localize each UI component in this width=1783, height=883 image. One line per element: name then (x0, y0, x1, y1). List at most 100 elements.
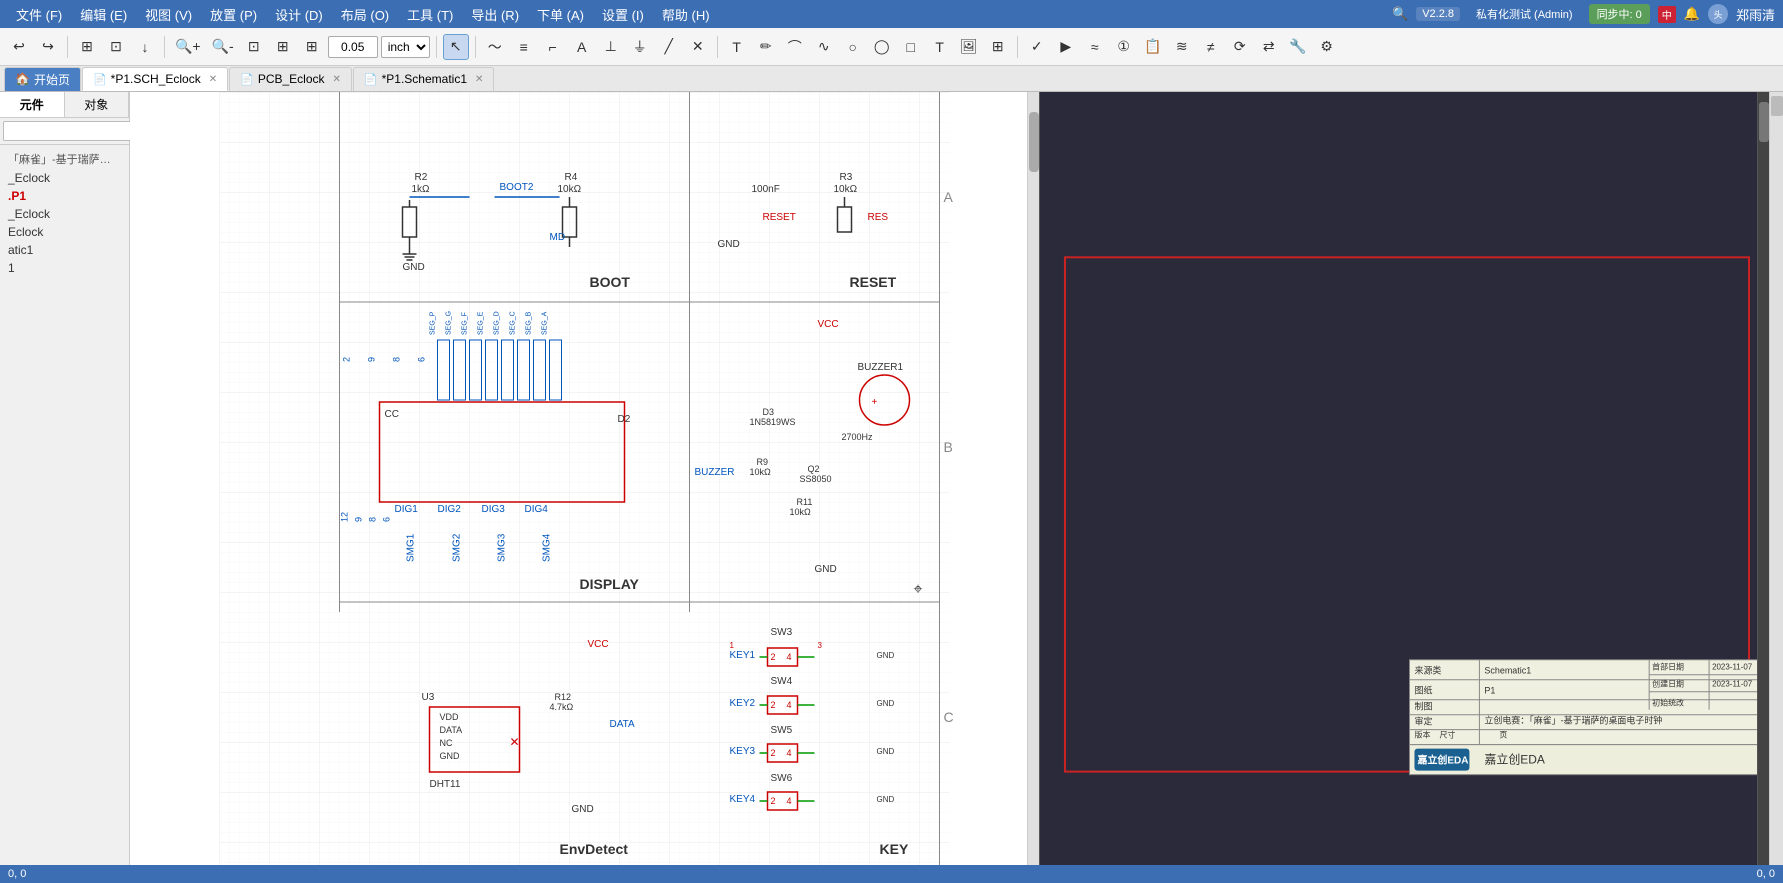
pcb-vscroll[interactable] (1757, 92, 1769, 871)
bus-tool-button[interactable]: ≡ (511, 34, 537, 60)
component-library-button[interactable]: ⊞ (74, 34, 100, 60)
import-changes-button[interactable]: ⇄ (1256, 34, 1282, 60)
zoom-fit-button[interactable]: ⊡ (241, 34, 267, 60)
zoom-value-input[interactable] (328, 36, 378, 58)
check-button[interactable]: ✓ (1024, 34, 1050, 60)
menu-item-file[interactable]: 文件 (F) (8, 3, 70, 26)
svg-text:100nF: 100nF (752, 184, 780, 195)
private-test-label[interactable]: 私有化测试 (Admin) (1468, 4, 1581, 24)
netlist-button[interactable]: ≋ (1169, 34, 1195, 60)
settings2-button[interactable]: ⚙ (1314, 34, 1340, 60)
menu-item-edit[interactable]: 编辑 (E) (72, 3, 135, 26)
menu-item-view[interactable]: 视图 (V) (137, 3, 200, 26)
arc-tool-button[interactable]: ⌒ (782, 34, 808, 60)
redo-button[interactable]: ↪ (35, 34, 61, 60)
pointer-tool-button[interactable]: ↖ (443, 34, 469, 60)
svg-text:VCC: VCC (818, 319, 839, 330)
schematic-vscroll[interactable] (1027, 92, 1039, 871)
power-symbol-button[interactable]: ⊥ (598, 34, 624, 60)
menu-item-export[interactable]: 导出 (R) (463, 3, 527, 26)
wire-tool-button[interactable]: 〜 (482, 34, 508, 60)
svg-text:4: 4 (787, 700, 792, 710)
svg-text:SW3: SW3 (771, 627, 793, 638)
svg-text:1kΩ: 1kΩ (412, 184, 431, 195)
gnd-symbol-button[interactable]: ⏚ (627, 34, 653, 60)
bezier-tool-button[interactable]: ∿ (811, 34, 837, 60)
zoom-selection-button[interactable]: ⊞ (270, 34, 296, 60)
schematic-doc-icon: 📄 (93, 73, 107, 86)
simulate-button[interactable]: ≈ (1082, 34, 1108, 60)
menu-item-layout[interactable]: 布局 (O) (333, 3, 397, 26)
tree-item-project[interactable]: 「麻雀」-基于瑞萨的桌面 (4, 149, 125, 169)
svg-text:D2: D2 (618, 414, 631, 425)
import-button[interactable]: ↓ (132, 34, 158, 60)
svg-text:EnvDetect: EnvDetect (560, 841, 629, 857)
svg-text:R11: R11 (797, 497, 813, 507)
menu-item-order[interactable]: 下单 (A) (529, 3, 592, 26)
text2-tool-button[interactable]: T (927, 34, 953, 60)
bom-button[interactable]: 📋 (1140, 34, 1166, 60)
sidebar-tab-components[interactable]: 元件 (0, 92, 65, 117)
tab-schematic-eclock-close[interactable]: ✕ (209, 74, 217, 85)
menu-item-help[interactable]: 帮助 (H) (654, 3, 718, 26)
svg-text:创建日期: 创建日期 (1652, 679, 1684, 689)
text-tool-button[interactable]: T (724, 34, 750, 60)
ellipse-tool-button[interactable]: ◯ (869, 34, 895, 60)
svg-text:SW4: SW4 (771, 676, 793, 687)
schematic-area[interactable]: A B C R2 1kΩ GND R4 10kΩ BOOT2 (130, 92, 1039, 883)
menu-item-place[interactable]: 放置 (P) (202, 3, 265, 26)
search-icon[interactable]: 🔍 (1392, 6, 1408, 22)
line-tool-button[interactable]: ╱ (656, 34, 682, 60)
tab-pcb-eclock-close[interactable]: ✕ (333, 74, 341, 85)
delete-tool-button[interactable]: ✕ (685, 34, 711, 60)
svg-text:GND: GND (403, 262, 425, 273)
avatar[interactable]: 头 (1708, 4, 1728, 24)
svg-text:嘉立创EDA: 嘉立创EDA (1484, 752, 1545, 767)
tree-item-eclock3[interactable]: Eclock (4, 223, 125, 241)
run-button[interactable]: ▶ (1053, 34, 1079, 60)
sidebar-tab-objects[interactable]: 对象 (65, 92, 130, 117)
update-pcb-button[interactable]: ⟳ (1227, 34, 1253, 60)
menu-item-design[interactable]: 设计 (D) (267, 3, 331, 26)
pcb-area[interactable]: 来源类 图纸 制图 审定 Schematic1 P1 立创电赛：「麻雀」-基于瑞… (1039, 92, 1769, 883)
lang-flag[interactable]: 中 (1658, 6, 1676, 23)
tree-item-eclock1[interactable]: _Eclock (4, 169, 125, 187)
right-scroll-thumb[interactable] (1771, 96, 1783, 116)
rect-tool-button[interactable]: □ (898, 34, 924, 60)
svg-text:DHT11: DHT11 (430, 779, 461, 790)
sync-badge[interactable]: 同步中: 0 (1589, 4, 1650, 24)
tree-item-eclock2[interactable]: _Eclock (4, 205, 125, 223)
tab-schematic1[interactable]: 📄 *P1.Schematic1 ✕ (353, 67, 494, 91)
tree-item-p1[interactable]: .P1 (4, 187, 125, 205)
bus-entry-button[interactable]: ⌐ (540, 34, 566, 60)
tab-pcb-eclock[interactable]: 📄 PCB_Eclock ✕ (229, 67, 352, 91)
unit-select[interactable]: inch mm mil (381, 36, 430, 58)
fab-button[interactable]: 🔧 (1285, 34, 1311, 60)
grid-button[interactable]: ⊞ (299, 34, 325, 60)
tab-home[interactable]: 🏠 开始页 (4, 67, 81, 91)
tab-schematic1-close[interactable]: ✕ (475, 74, 483, 85)
svg-text:立创电赛：「麻雀」-基于瑞萨的桌面电子时钟: 立创电赛：「麻雀」-基于瑞萨的桌面电子时钟 (1484, 715, 1662, 726)
annotate-button[interactable]: ① (1111, 34, 1137, 60)
pen-tool-button[interactable]: ✏ (753, 34, 779, 60)
tab-schematic-eclock[interactable]: 📄 *P1.SCH_Eclock ✕ (82, 67, 228, 91)
zoom-out-button[interactable]: 🔍- (208, 34, 238, 60)
circle-tool-button[interactable]: ○ (840, 34, 866, 60)
zoom-in-button[interactable]: 🔍+ (171, 34, 205, 60)
menu-item-settings[interactable]: 设置 (I) (594, 3, 652, 26)
toolbar-sep-2 (164, 36, 165, 58)
table-tool-button[interactable]: ⊞ (985, 34, 1011, 60)
image-tool-button[interactable]: 🖼 (956, 34, 982, 60)
tree-item-1[interactable]: 1 (4, 259, 125, 277)
svg-text:审定: 审定 (1414, 716, 1432, 727)
notification-icon[interactable]: 🔔 (1684, 6, 1700, 22)
svg-text:P1: P1 (1484, 686, 1495, 696)
right-edge-bar (1769, 92, 1783, 883)
menu-item-tools[interactable]: 工具 (T) (399, 3, 461, 26)
module-button[interactable]: ⊡ (103, 34, 129, 60)
tree-item-atic1[interactable]: atic1 (4, 241, 125, 259)
net-label-button[interactable]: A (569, 34, 595, 60)
diff-button[interactable]: ≠ (1198, 34, 1224, 60)
svg-text:DATA: DATA (610, 719, 636, 730)
undo-button[interactable]: ↩ (6, 34, 32, 60)
